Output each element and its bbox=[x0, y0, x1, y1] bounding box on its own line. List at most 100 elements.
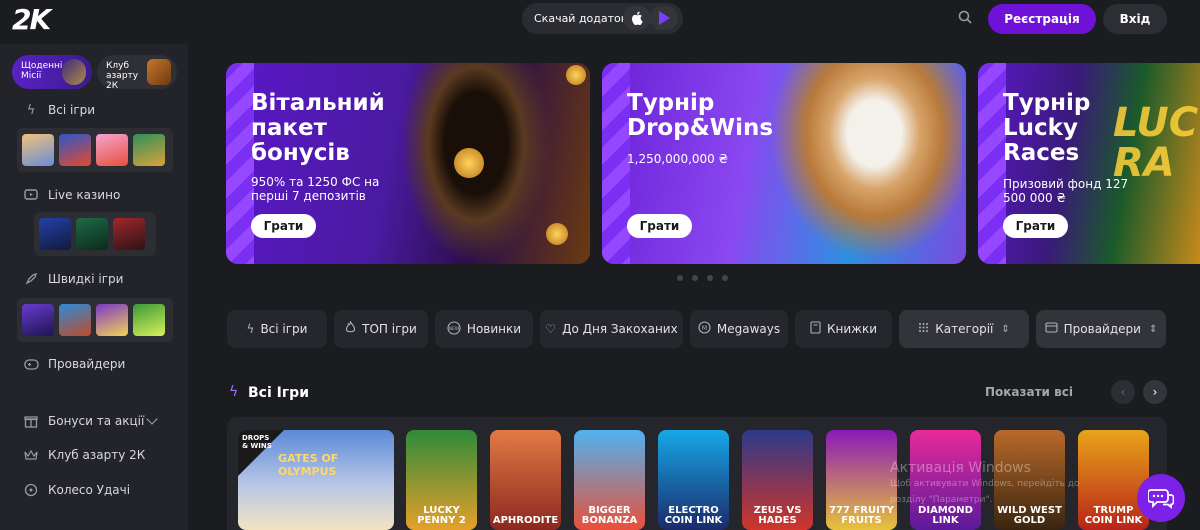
book-icon bbox=[810, 321, 821, 337]
svg-text:M: M bbox=[702, 325, 707, 332]
search-icon[interactable] bbox=[958, 10, 972, 24]
banner-welcome[interactable]: Вітальний пакет бонусів 950% та 1250 ФС … bbox=[226, 63, 590, 264]
next-arrow-button[interactable]: › bbox=[1143, 380, 1167, 404]
sidebar-item-all-games[interactable]: ϟ Всі ігри bbox=[22, 100, 95, 120]
tab-daily-missions[interactable]: Щоденні Місії bbox=[12, 55, 92, 89]
banner-play-button[interactable]: Грати bbox=[251, 214, 316, 238]
banner-drops-wins[interactable]: Турнір Drop&Wins 1,250,000,000 ₴ Грати bbox=[602, 63, 966, 264]
coin-art bbox=[546, 223, 568, 245]
filter-label: Категорії bbox=[935, 322, 994, 336]
game-thumb[interactable] bbox=[39, 218, 71, 250]
show-all-link[interactable]: Показати всі bbox=[985, 385, 1073, 399]
game-title: WILD WEST GOLD bbox=[997, 505, 1062, 526]
prev-arrow-button[interactable]: ‹ bbox=[1111, 380, 1135, 404]
megaways-icon: M bbox=[698, 321, 711, 337]
tab-club-2k[interactable]: Клуб азарту 2К bbox=[97, 55, 177, 91]
game-card[interactable]: APHRODITE bbox=[490, 430, 561, 530]
filter-label: Провайдери bbox=[1063, 322, 1141, 336]
download-app-pill[interactable]: Скачай додаток! bbox=[522, 3, 683, 34]
game-title: GATES OF OLYMPUS bbox=[278, 452, 339, 478]
game-thumb[interactable] bbox=[96, 134, 128, 166]
bolt-icon: ϟ bbox=[229, 384, 239, 400]
banner-subtitle: 950% та 1250 ФС на перші 7 депозитів bbox=[251, 175, 380, 203]
game-thumb[interactable] bbox=[59, 304, 91, 336]
sidebar-item-label: Провайдери bbox=[48, 357, 126, 371]
heart-icon: ♡ bbox=[545, 322, 557, 336]
game-title: DIAMOND LINK bbox=[918, 505, 973, 526]
filter-new[interactable]: NEW Новинки bbox=[435, 310, 533, 348]
grid-icon bbox=[918, 322, 929, 336]
filter-books[interactable]: Книжки bbox=[795, 310, 892, 348]
sidebar-item-label: Бонуси та акції bbox=[48, 414, 145, 428]
shield-badge-icon bbox=[62, 59, 86, 85]
chest-icon bbox=[147, 59, 171, 85]
filter-label: Megaways bbox=[716, 322, 781, 336]
login-button[interactable]: Вхід bbox=[1103, 4, 1167, 34]
watermark-line2: Щоб активувати Windows, перейдіть до роз… bbox=[890, 479, 1080, 505]
game-thumb[interactable] bbox=[133, 134, 165, 166]
game-thumb[interactable] bbox=[133, 304, 165, 336]
apple-icon[interactable] bbox=[623, 6, 651, 30]
game-thumb[interactable] bbox=[22, 304, 54, 336]
sidebar-item-fast-games[interactable]: Швидкі ігри bbox=[22, 269, 123, 289]
carousel-dot[interactable] bbox=[677, 275, 683, 281]
filter-all-games[interactable]: ϟ Всі ігри bbox=[227, 310, 327, 348]
download-app-label: Скачай додаток! bbox=[534, 12, 632, 25]
game-card[interactable]: LUCKY PENNY 2 bbox=[406, 430, 477, 530]
coin-art bbox=[454, 148, 484, 178]
game-card[interactable]: DROPS & WINS GATES OF OLYMPUS bbox=[238, 430, 394, 530]
filter-megaways[interactable]: M Megaways bbox=[690, 310, 788, 348]
app-root: 2K Скачай додаток! Реєстрація Вхід Щоден… bbox=[0, 0, 1200, 530]
game-title: ELECTRO COIN LINK bbox=[664, 505, 723, 526]
game-thumb[interactable] bbox=[96, 304, 128, 336]
banner-lucky-races[interactable]: LUC RA Турнір Lucky Races Призовий фонд 1… bbox=[978, 63, 1200, 264]
google-play-icon[interactable] bbox=[650, 6, 678, 30]
carousel-dot[interactable] bbox=[692, 275, 698, 281]
banner-pattern bbox=[602, 63, 630, 264]
updown-chevron-icon: ⇕ bbox=[1148, 323, 1158, 335]
game-card[interactable]: ELECTRO COIN LINK bbox=[658, 430, 729, 530]
game-card[interactable]: ZEUS VS HADES bbox=[742, 430, 813, 530]
provider-icon bbox=[1045, 322, 1058, 336]
game-thumb[interactable] bbox=[22, 134, 54, 166]
carousel-dot[interactable] bbox=[722, 275, 728, 281]
logo[interactable]: 2K bbox=[12, 3, 51, 36]
game-card[interactable]: BIGGER BONANZA bbox=[574, 430, 645, 530]
game-thumb[interactable] bbox=[76, 218, 108, 250]
section-title: Всі Ігри bbox=[248, 385, 309, 401]
sidebar-item-live-casino[interactable]: Live казино bbox=[22, 185, 120, 205]
register-button[interactable]: Реєстрація bbox=[988, 4, 1096, 34]
filter-label: До Дня Закоханих bbox=[562, 322, 678, 336]
game-badge: DROPS & WINS bbox=[242, 434, 272, 450]
banner-pattern bbox=[226, 63, 254, 264]
crown-icon bbox=[22, 447, 40, 463]
banner-play-button[interactable]: Грати bbox=[1003, 214, 1068, 238]
gift-icon bbox=[22, 413, 40, 429]
filter-top-games[interactable]: ТОП ігри bbox=[334, 310, 428, 348]
new-icon: NEW bbox=[447, 320, 461, 338]
live-casino-thumbs bbox=[34, 212, 156, 256]
filter-categories[interactable]: Категорії ⇕ bbox=[899, 310, 1029, 348]
flame-icon bbox=[345, 320, 356, 337]
sidebar-item-providers[interactable]: Провайдери bbox=[22, 354, 125, 374]
sidebar-item-label: Колесо Удачі bbox=[48, 483, 131, 497]
wheel-icon bbox=[22, 482, 40, 498]
chat-button[interactable] bbox=[1137, 474, 1185, 522]
banner-play-button[interactable]: Грати bbox=[627, 214, 692, 238]
svg-text:NEW: NEW bbox=[449, 326, 460, 332]
game-thumb[interactable] bbox=[113, 218, 145, 250]
carousel-dots bbox=[677, 275, 728, 281]
game-title: TRUMP COIN LINK bbox=[1084, 505, 1143, 526]
game-card[interactable]: 777 FRUITY FRUITS bbox=[826, 430, 897, 530]
filter-providers[interactable]: Провайдери ⇕ bbox=[1036, 310, 1166, 348]
banner-title: Вітальний пакет бонусів bbox=[251, 90, 385, 166]
sidebar-item-club[interactable]: Клуб азарту 2К bbox=[22, 445, 145, 465]
sidebar-item-wheel[interactable]: Колесо Удачі bbox=[22, 480, 130, 500]
game-thumb[interactable] bbox=[59, 134, 91, 166]
banner-pattern bbox=[978, 63, 1006, 264]
filter-valentines[interactable]: ♡ До Дня Закоханих bbox=[540, 310, 683, 348]
gamepad-icon bbox=[22, 356, 40, 372]
sidebar-item-label: Live казино bbox=[48, 188, 121, 202]
game-title: ZEUS VS HADES bbox=[753, 505, 802, 526]
carousel-dot[interactable] bbox=[707, 275, 713, 281]
